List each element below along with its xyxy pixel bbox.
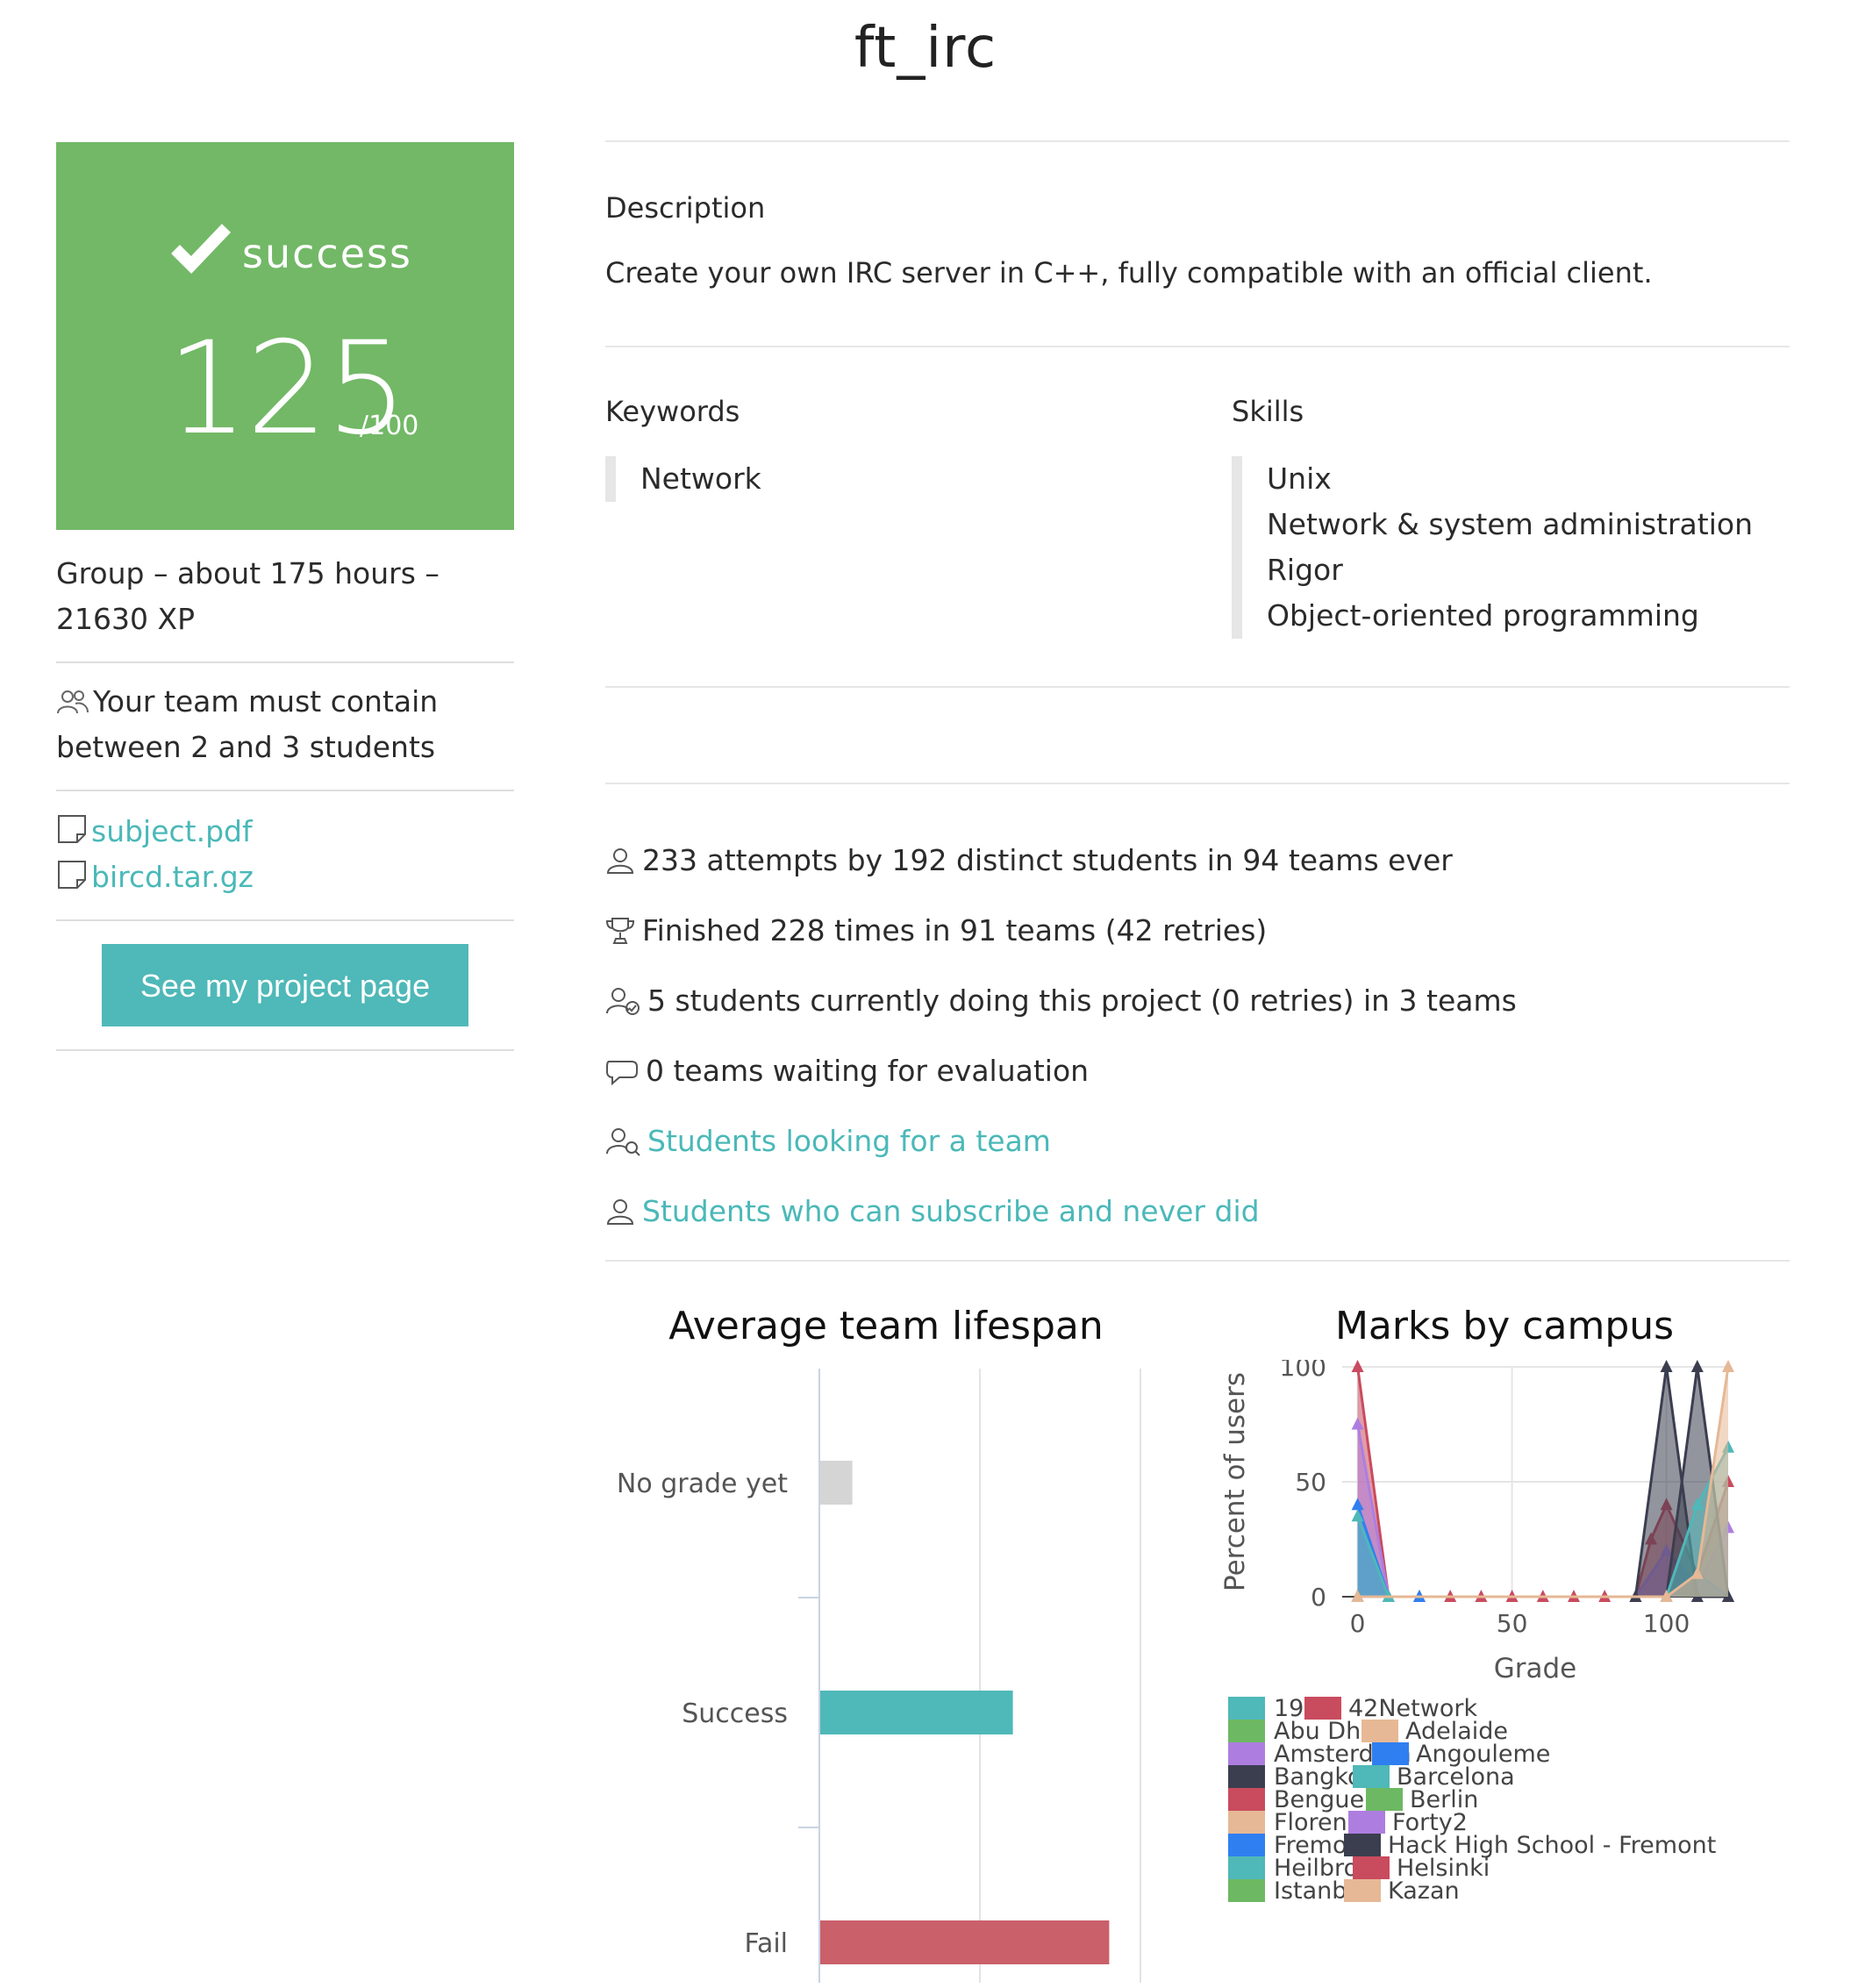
skill-item: Object-oriented programming (1267, 598, 1699, 633)
marks-y-tick-label: 0 (1311, 1583, 1326, 1612)
marks-x-tick-label: 100 (1643, 1609, 1690, 1638)
description-text: Create your own IRC server in C++, fully… (605, 256, 1653, 290)
legend-swatch[interactable] (1372, 1742, 1409, 1765)
description-label: Description (605, 191, 766, 225)
mark-out-of: /100 (360, 411, 419, 441)
project-sidebar: success 125 /100 Group – about 175 hours… (56, 142, 514, 1051)
user-icon (606, 848, 634, 874)
legend-swatch[interactable] (1228, 1742, 1265, 1765)
legend-swatch[interactable] (1304, 1697, 1341, 1720)
skill-item: Network & system administration (1267, 507, 1753, 541)
lifespan-category-label: No grade yet (617, 1469, 788, 1499)
legend-swatch[interactable] (1228, 1765, 1265, 1788)
lifespan-chart-title: Average team lifespan (668, 1304, 1104, 1348)
keywords-label: Keywords (605, 395, 740, 428)
marks-chart-title: Marks by campus (1334, 1304, 1675, 1348)
legend-swatch[interactable] (1361, 1720, 1398, 1742)
lifespan-category-label: Fail (744, 1928, 788, 1959)
attachment-link-bircd[interactable]: bircd.tar.gz (91, 860, 254, 894)
legend-swatch[interactable] (1228, 1697, 1265, 1720)
keywords-list: Network (605, 456, 761, 502)
stat-finished: Finished 228 times in 91 teams (42 retri… (605, 909, 1267, 953)
marks-plot: 0 50 100 0 50 100 Grade Percent of users (1219, 1360, 1734, 1684)
divider (56, 661, 514, 663)
students-never-subscribed-link[interactable]: Students who can subscribe and never did (642, 1194, 1260, 1228)
stat-current: 5 students currently doing this project … (605, 979, 1517, 1023)
marks-y-axis-title: Percent of users (1219, 1372, 1251, 1591)
file-icon (58, 861, 86, 889)
project-info: Group – about 175 hours – 21630 XP (56, 556, 440, 636)
legend-label[interactable]: Kazan (1388, 1877, 1460, 1905)
user-check-icon (606, 988, 640, 1015)
team-size-info: Your team must contain between 2 and 3 s… (56, 679, 514, 770)
skill-item: Unix (1267, 461, 1332, 496)
marks-y-tick-label: 100 (1280, 1360, 1326, 1382)
attachment-item: bircd.tar.gz (56, 855, 514, 900)
attachment-link-subject[interactable]: subject.pdf (91, 814, 253, 848)
stat-finished-text: Finished 228 times in 91 teams (42 retri… (642, 913, 1268, 948)
attachment-item: subject.pdf (56, 809, 514, 855)
stat-waiting-text: 0 teams waiting for evaluation (646, 1054, 1090, 1088)
stat-current-text: 5 students currently doing this project … (647, 983, 1517, 1018)
legend-swatch[interactable] (1228, 1856, 1265, 1879)
legend-swatch[interactable] (1344, 1834, 1381, 1856)
legend-swatch[interactable] (1228, 1879, 1265, 1902)
attachments-list: subject.pdf bircd.tar.gz (56, 809, 514, 900)
project-details: Description Create your own IRC server i… (605, 140, 1790, 1983)
check-icon (171, 224, 232, 274)
students-looking-link-row: Students looking for a team (605, 1119, 1051, 1163)
divider (56, 919, 514, 921)
skills-label: Skills (1232, 395, 1304, 428)
page-title: ft_irc (854, 16, 997, 81)
team-icon (57, 690, 89, 714)
user-search-icon (606, 1128, 640, 1156)
stat-attempts-text: 233 attempts by 192 distinct students in… (642, 843, 1453, 877)
legend-swatch[interactable] (1228, 1811, 1265, 1834)
lifespan-bar (820, 1691, 1013, 1734)
see-project-page-button[interactable]: See my project page (102, 944, 468, 1026)
divider (605, 346, 1790, 347)
lifespan-bar (820, 1920, 1110, 1964)
legend-swatch[interactable] (1353, 1856, 1390, 1879)
team-size-text: Your team must contain between 2 and 3 s… (56, 684, 439, 764)
file-icon (58, 815, 86, 843)
divider (56, 1049, 514, 1051)
divider (605, 1260, 1790, 1262)
marks-chart: 0 50 100 0 50 100 Grade Percent of users 19 42Net… (1219, 1360, 1734, 1905)
lifespan-chart: No grade yet Success Fail (617, 1369, 1141, 1983)
marks-y-tick-label: 50 (1295, 1468, 1326, 1497)
legend-swatch[interactable] (1348, 1811, 1385, 1834)
final-mark-card: success 125 /100 (56, 142, 514, 530)
skills-list: Unix Network & system administration Rig… (1232, 456, 1753, 639)
divider (605, 140, 1790, 142)
legend-swatch[interactable] (1344, 1879, 1381, 1902)
legend-swatch[interactable] (1228, 1720, 1265, 1742)
legend-swatch[interactable] (1228, 1834, 1265, 1856)
chat-icon (606, 1061, 638, 1086)
legend-swatch[interactable] (1228, 1788, 1265, 1811)
marks-legend: 19 42NetworkAbu Dhabi AdelaideAmsterdam Ang… (1228, 1695, 1716, 1905)
divider (56, 790, 514, 791)
stat-attempts: 233 attempts by 192 distinct students in… (605, 839, 1453, 883)
students-never-subscribed-link-row: Students who can subscribe and never did (605, 1190, 1260, 1234)
marks-x-tick-label: 0 (1350, 1609, 1366, 1638)
lifespan-bar (820, 1461, 853, 1505)
keyword-item: Network (640, 461, 761, 496)
legend-swatch[interactable] (1353, 1765, 1390, 1788)
marks-x-axis-title: Grade (1494, 1653, 1577, 1684)
marks-x-tick-label: 50 (1497, 1609, 1528, 1638)
divider (605, 686, 1790, 688)
lifespan-category-label: Success (682, 1698, 788, 1729)
user-icon (606, 1199, 634, 1225)
divider (605, 783, 1790, 784)
students-looking-for-team-link[interactable]: Students looking for a team (647, 1124, 1051, 1158)
mark-status: success (242, 230, 412, 277)
trophy-icon (605, 918, 635, 944)
stat-waiting: 0 teams waiting for evaluation (605, 1049, 1089, 1093)
skill-item: Rigor (1267, 553, 1343, 587)
legend-swatch[interactable] (1366, 1788, 1403, 1811)
